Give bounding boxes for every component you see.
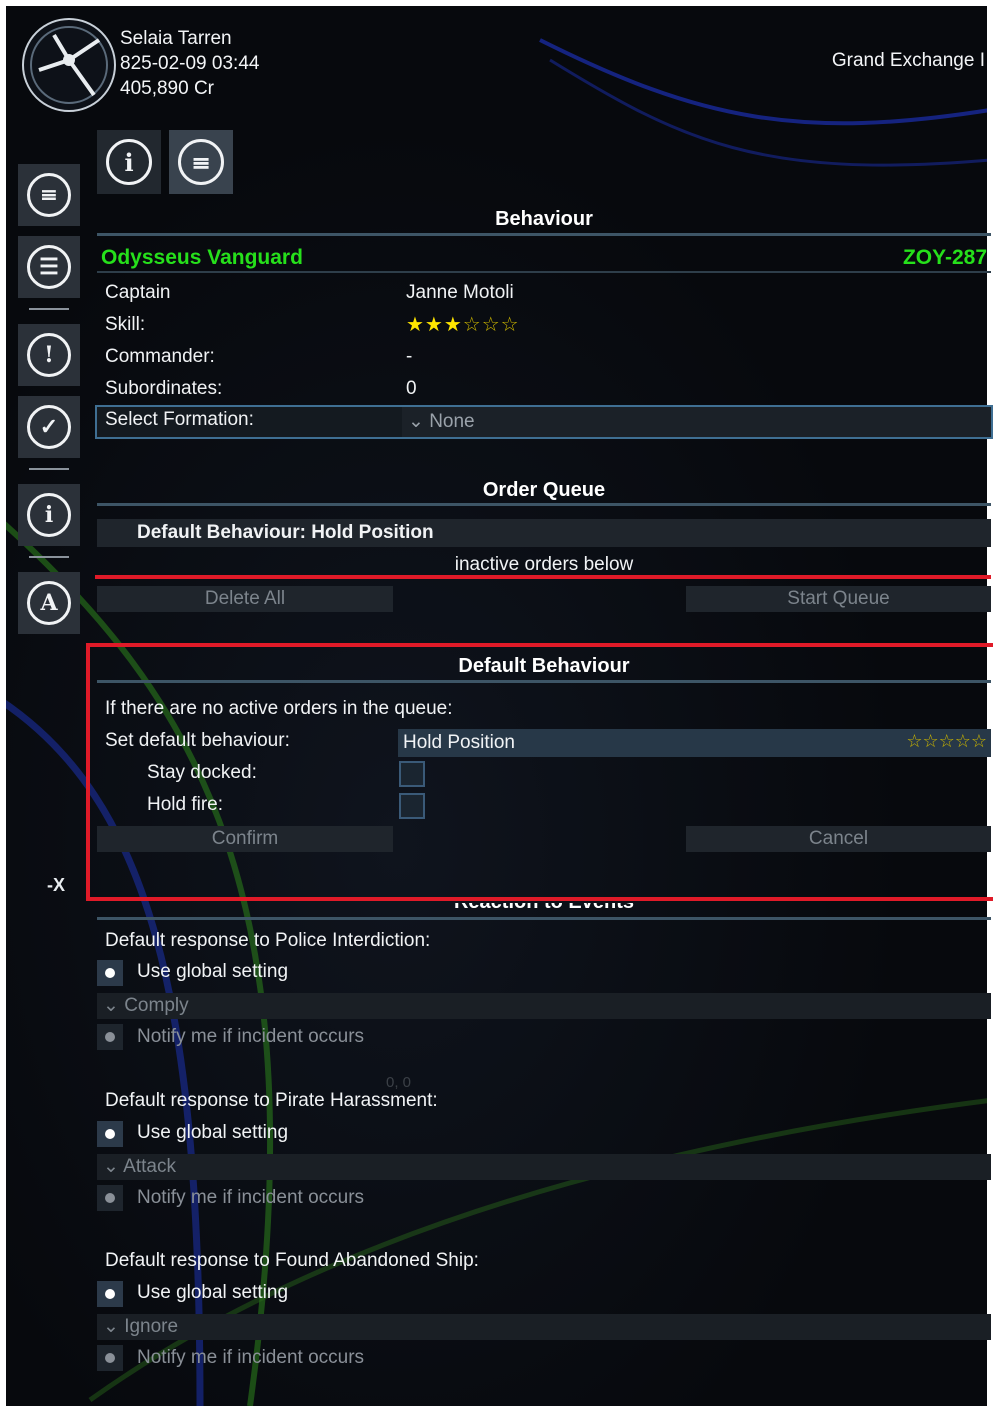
skill-stars-filled: ★★★ xyxy=(406,314,463,336)
axis-marker: -X xyxy=(47,875,65,895)
abandoned-use-global-label: Use global setting xyxy=(137,1282,289,1303)
police-response-label: Default response to Police Interdiction: xyxy=(105,930,431,951)
ship-id: ZOY-287 xyxy=(902,246,987,269)
formation-label: Select Formation: xyxy=(105,409,254,430)
sidebar-check-button[interactable]: ✓ xyxy=(18,396,80,458)
section-rule xyxy=(97,680,991,683)
delete-all-button[interactable]: Delete All xyxy=(97,586,393,612)
default-behaviour-intro: If there are no active orders in the que… xyxy=(105,698,453,719)
section-rule xyxy=(97,233,991,236)
frame-left-edge xyxy=(0,0,6,1406)
captain-value: Janne Motoli xyxy=(406,282,514,303)
police-use-global-radio[interactable] xyxy=(97,960,123,986)
list-icon: ≡ xyxy=(27,173,71,217)
police-response-value: Comply xyxy=(124,995,189,1016)
abandoned-response-value: Ignore xyxy=(124,1316,179,1337)
section-rule xyxy=(97,503,991,506)
station-name: Grand Exchange I xyxy=(831,50,985,71)
skill-stars: ★★★☆☆☆ xyxy=(406,312,520,337)
sidebar-separator xyxy=(29,308,69,310)
tab-info[interactable]: i xyxy=(97,130,161,194)
pirate-use-global-radio[interactable] xyxy=(97,1121,123,1147)
behaviour-title: Behaviour xyxy=(495,208,593,230)
default-behaviour-select[interactable]: Hold Position ☆☆☆☆☆ xyxy=(398,729,991,757)
alert-icon: ! xyxy=(27,333,71,377)
behaviour-rating-stars: ☆☆☆☆☆ xyxy=(906,731,987,751)
hold-fire-label: Hold fire: xyxy=(147,794,224,815)
formation-row: Select Formation: ⌄ None xyxy=(95,405,993,439)
ship-name: Odysseus Vanguard xyxy=(101,246,303,269)
chevron-down-icon: ⌄ xyxy=(103,995,119,1016)
section-rule xyxy=(97,917,991,920)
inactive-orders-note: inactive orders below xyxy=(454,554,634,575)
player-name: Selaia Tarren xyxy=(120,28,232,49)
police-use-global-label: Use global setting xyxy=(137,961,289,982)
formation-select[interactable]: ⌄ None xyxy=(402,407,991,437)
pirate-notify-radio[interactable] xyxy=(97,1185,123,1211)
police-response-select[interactable]: ⌄ Comply xyxy=(97,993,991,1019)
chevron-down-icon: ⌄ xyxy=(103,1156,119,1177)
player-info: Selaia Tarren 825-02-09 03:44 405,890 Cr xyxy=(120,26,259,101)
default-behaviour-value: Hold Position xyxy=(403,732,515,753)
pirate-response-label: Default response to Pirate Harassment: xyxy=(105,1090,438,1111)
sidebar-separator xyxy=(29,468,69,470)
sidebar-compass-button[interactable]: A xyxy=(18,572,80,634)
reaction-title: Reaction to Events xyxy=(97,903,991,914)
set-default-label: Set default behaviour: xyxy=(105,730,290,751)
skill-label: Skill: xyxy=(105,314,146,335)
abandoned-response-select[interactable]: ⌄ Ignore xyxy=(97,1314,991,1340)
default-behaviour-title: Default Behaviour xyxy=(458,655,630,677)
person-icon: ☰ xyxy=(27,245,71,289)
abandoned-notify-radio[interactable] xyxy=(97,1345,123,1371)
subordinates-label: Subordinates: xyxy=(105,378,223,399)
faction-logo xyxy=(22,18,116,112)
abandoned-use-global-radio[interactable] xyxy=(97,1281,123,1307)
chevron-down-icon: ⌄ xyxy=(408,411,424,432)
section-rule xyxy=(97,271,991,273)
abandoned-response-label: Default response to Found Abandoned Ship… xyxy=(105,1250,479,1271)
pirate-response-select[interactable]: ⌄ Attack xyxy=(97,1154,991,1180)
skill-stars-empty: ☆☆☆ xyxy=(462,314,520,336)
chevron-down-icon: ⌄ xyxy=(103,1316,119,1337)
stay-docked-checkbox[interactable] xyxy=(399,761,425,787)
frame-top-edge xyxy=(0,0,993,6)
check-icon: ✓ xyxy=(27,405,71,449)
formation-value: None xyxy=(429,411,475,432)
default-behaviour-summary: Default Behaviour: Hold Position xyxy=(137,522,434,543)
confirm-button[interactable]: Confirm xyxy=(97,826,393,852)
list-icon: ≡ xyxy=(178,139,224,185)
captain-label: Captain xyxy=(105,282,171,303)
pirate-notify-label: Notify me if incident occurs xyxy=(137,1187,365,1208)
info-icon: i xyxy=(106,139,152,185)
commander-value: - xyxy=(406,346,413,367)
hold-fire-checkbox[interactable] xyxy=(399,793,425,819)
subordinates-value: 0 xyxy=(406,378,417,399)
reaction-title-clip: Reaction to Events xyxy=(97,903,991,917)
sidebar-separator xyxy=(29,556,69,558)
panel-tabs: i ≡ xyxy=(97,130,233,194)
abandoned-notify-label: Notify me if incident occurs xyxy=(137,1347,365,1368)
left-sidebar: ≡ ☰ ! ✓ i A xyxy=(18,164,80,644)
game-datetime: 825-02-09 03:44 xyxy=(120,53,260,74)
credits: 405,890 Cr xyxy=(120,78,215,99)
tab-behaviour[interactable]: ≡ xyxy=(169,130,233,194)
stay-docked-label: Stay docked: xyxy=(147,762,257,783)
police-notify-label: Notify me if incident occurs xyxy=(137,1026,365,1047)
pirate-use-global-label: Use global setting xyxy=(137,1122,289,1143)
sidebar-list-button[interactable]: ≡ xyxy=(18,164,80,226)
sidebar-person-button[interactable]: ☰ xyxy=(18,236,80,298)
commander-label: Commander: xyxy=(105,346,215,367)
order-queue-title: Order Queue xyxy=(482,479,606,501)
cancel-button[interactable]: Cancel xyxy=(686,826,991,852)
sidebar-alert-button[interactable]: ! xyxy=(18,324,80,386)
start-queue-button[interactable]: Start Queue xyxy=(686,586,991,612)
info-icon: i xyxy=(27,493,71,537)
map-coordinates: 0, 0 xyxy=(386,1074,412,1091)
police-notify-radio[interactable] xyxy=(97,1024,123,1050)
pirate-response-value: Attack xyxy=(123,1156,176,1177)
queue-divider-line xyxy=(95,575,991,579)
sidebar-info-button[interactable]: i xyxy=(18,484,80,546)
compass-icon: A xyxy=(27,581,71,625)
